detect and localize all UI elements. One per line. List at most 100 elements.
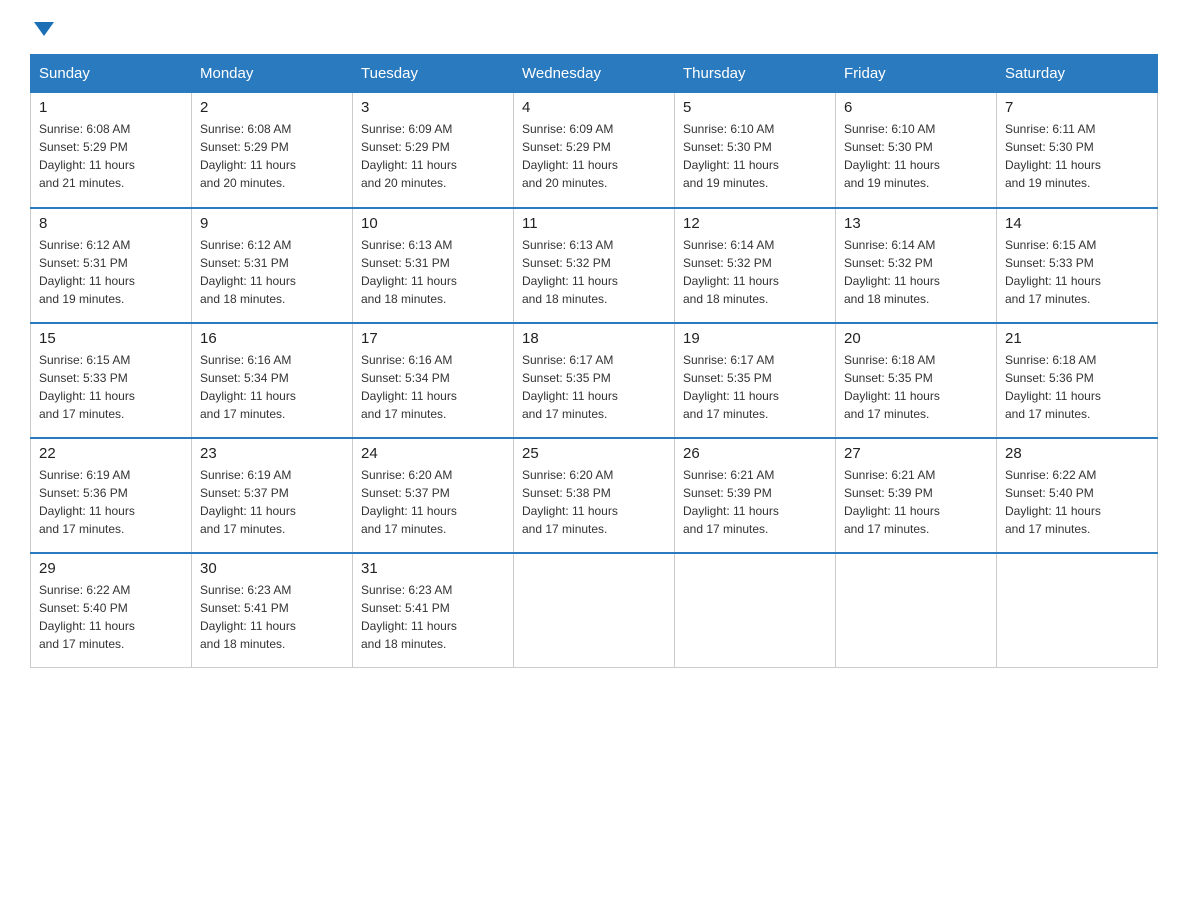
day-number: 7 xyxy=(1005,99,1149,116)
day-number: 2 xyxy=(200,99,344,116)
weekday-header-tuesday: Tuesday xyxy=(353,55,514,93)
day-info: Sunrise: 6:08 AM Sunset: 5:29 PM Dayligh… xyxy=(39,120,183,192)
calendar-cell: 31 Sunrise: 6:23 AM Sunset: 5:41 PM Dayl… xyxy=(353,553,514,668)
day-info: Sunrise: 6:18 AM Sunset: 5:35 PM Dayligh… xyxy=(844,351,988,423)
day-number: 14 xyxy=(1005,215,1149,232)
calendar-cell: 29 Sunrise: 6:22 AM Sunset: 5:40 PM Dayl… xyxy=(31,553,192,668)
day-number: 19 xyxy=(683,330,827,347)
calendar-cell: 30 Sunrise: 6:23 AM Sunset: 5:41 PM Dayl… xyxy=(192,553,353,668)
calendar-cell: 16 Sunrise: 6:16 AM Sunset: 5:34 PM Dayl… xyxy=(192,323,353,438)
day-info: Sunrise: 6:19 AM Sunset: 5:37 PM Dayligh… xyxy=(200,466,344,538)
day-info: Sunrise: 6:21 AM Sunset: 5:39 PM Dayligh… xyxy=(844,466,988,538)
day-info: Sunrise: 6:23 AM Sunset: 5:41 PM Dayligh… xyxy=(361,581,505,653)
calendar-cell: 28 Sunrise: 6:22 AM Sunset: 5:40 PM Dayl… xyxy=(997,438,1158,553)
calendar-cell: 10 Sunrise: 6:13 AM Sunset: 5:31 PM Dayl… xyxy=(353,208,514,323)
day-info: Sunrise: 6:09 AM Sunset: 5:29 PM Dayligh… xyxy=(361,120,505,192)
day-number: 20 xyxy=(844,330,988,347)
day-info: Sunrise: 6:17 AM Sunset: 5:35 PM Dayligh… xyxy=(683,351,827,423)
day-info: Sunrise: 6:17 AM Sunset: 5:35 PM Dayligh… xyxy=(522,351,666,423)
calendar-cell: 20 Sunrise: 6:18 AM Sunset: 5:35 PM Dayl… xyxy=(836,323,997,438)
weekday-header-wednesday: Wednesday xyxy=(514,55,675,93)
day-number: 8 xyxy=(39,215,183,232)
day-info: Sunrise: 6:09 AM Sunset: 5:29 PM Dayligh… xyxy=(522,120,666,192)
day-number: 31 xyxy=(361,560,505,577)
calendar-cell: 19 Sunrise: 6:17 AM Sunset: 5:35 PM Dayl… xyxy=(675,323,836,438)
day-number: 11 xyxy=(522,215,666,232)
calendar-cell: 5 Sunrise: 6:10 AM Sunset: 5:30 PM Dayli… xyxy=(675,93,836,208)
calendar-cell: 7 Sunrise: 6:11 AM Sunset: 5:30 PM Dayli… xyxy=(997,93,1158,208)
day-info: Sunrise: 6:13 AM Sunset: 5:32 PM Dayligh… xyxy=(522,236,666,308)
weekday-header-monday: Monday xyxy=(192,55,353,93)
day-number: 6 xyxy=(844,99,988,116)
calendar-cell: 15 Sunrise: 6:15 AM Sunset: 5:33 PM Dayl… xyxy=(31,323,192,438)
day-number: 10 xyxy=(361,215,505,232)
day-number: 18 xyxy=(522,330,666,347)
day-info: Sunrise: 6:23 AM Sunset: 5:41 PM Dayligh… xyxy=(200,581,344,653)
calendar-cell: 12 Sunrise: 6:14 AM Sunset: 5:32 PM Dayl… xyxy=(675,208,836,323)
day-number: 28 xyxy=(1005,445,1149,462)
weekday-header-thursday: Thursday xyxy=(675,55,836,93)
day-number: 15 xyxy=(39,330,183,347)
weekday-header-sunday: Sunday xyxy=(31,55,192,93)
day-info: Sunrise: 6:22 AM Sunset: 5:40 PM Dayligh… xyxy=(39,581,183,653)
weekday-header-friday: Friday xyxy=(836,55,997,93)
day-info: Sunrise: 6:11 AM Sunset: 5:30 PM Dayligh… xyxy=(1005,120,1149,192)
day-info: Sunrise: 6:10 AM Sunset: 5:30 PM Dayligh… xyxy=(683,120,827,192)
week-row-4: 22 Sunrise: 6:19 AM Sunset: 5:36 PM Dayl… xyxy=(31,438,1158,553)
week-row-1: 1 Sunrise: 6:08 AM Sunset: 5:29 PM Dayli… xyxy=(31,93,1158,208)
day-number: 27 xyxy=(844,445,988,462)
week-row-3: 15 Sunrise: 6:15 AM Sunset: 5:33 PM Dayl… xyxy=(31,323,1158,438)
day-info: Sunrise: 6:15 AM Sunset: 5:33 PM Dayligh… xyxy=(39,351,183,423)
calendar-cell: 11 Sunrise: 6:13 AM Sunset: 5:32 PM Dayl… xyxy=(514,208,675,323)
calendar-cell: 14 Sunrise: 6:15 AM Sunset: 5:33 PM Dayl… xyxy=(997,208,1158,323)
day-info: Sunrise: 6:14 AM Sunset: 5:32 PM Dayligh… xyxy=(683,236,827,308)
calendar-cell: 26 Sunrise: 6:21 AM Sunset: 5:39 PM Dayl… xyxy=(675,438,836,553)
calendar-cell: 23 Sunrise: 6:19 AM Sunset: 5:37 PM Dayl… xyxy=(192,438,353,553)
day-info: Sunrise: 6:10 AM Sunset: 5:30 PM Dayligh… xyxy=(844,120,988,192)
day-info: Sunrise: 6:13 AM Sunset: 5:31 PM Dayligh… xyxy=(361,236,505,308)
week-row-5: 29 Sunrise: 6:22 AM Sunset: 5:40 PM Dayl… xyxy=(31,553,1158,668)
day-info: Sunrise: 6:16 AM Sunset: 5:34 PM Dayligh… xyxy=(200,351,344,423)
day-number: 30 xyxy=(200,560,344,577)
day-info: Sunrise: 6:20 AM Sunset: 5:38 PM Dayligh… xyxy=(522,466,666,538)
calendar-cell xyxy=(836,553,997,668)
calendar-cell: 21 Sunrise: 6:18 AM Sunset: 5:36 PM Dayl… xyxy=(997,323,1158,438)
calendar-cell: 17 Sunrise: 6:16 AM Sunset: 5:34 PM Dayl… xyxy=(353,323,514,438)
day-number: 24 xyxy=(361,445,505,462)
day-number: 3 xyxy=(361,99,505,116)
weekday-header-row: SundayMondayTuesdayWednesdayThursdayFrid… xyxy=(31,55,1158,93)
calendar-cell xyxy=(514,553,675,668)
day-number: 23 xyxy=(200,445,344,462)
day-info: Sunrise: 6:22 AM Sunset: 5:40 PM Dayligh… xyxy=(1005,466,1149,538)
day-info: Sunrise: 6:15 AM Sunset: 5:33 PM Dayligh… xyxy=(1005,236,1149,308)
day-number: 21 xyxy=(1005,330,1149,347)
day-info: Sunrise: 6:08 AM Sunset: 5:29 PM Dayligh… xyxy=(200,120,344,192)
day-number: 4 xyxy=(522,99,666,116)
day-info: Sunrise: 6:19 AM Sunset: 5:36 PM Dayligh… xyxy=(39,466,183,538)
day-info: Sunrise: 6:14 AM Sunset: 5:32 PM Dayligh… xyxy=(844,236,988,308)
calendar-cell: 1 Sunrise: 6:08 AM Sunset: 5:29 PM Dayli… xyxy=(31,93,192,208)
day-number: 12 xyxy=(683,215,827,232)
day-number: 17 xyxy=(361,330,505,347)
calendar-cell: 4 Sunrise: 6:09 AM Sunset: 5:29 PM Dayli… xyxy=(514,93,675,208)
day-number: 26 xyxy=(683,445,827,462)
calendar-cell: 24 Sunrise: 6:20 AM Sunset: 5:37 PM Dayl… xyxy=(353,438,514,553)
day-number: 13 xyxy=(844,215,988,232)
day-number: 25 xyxy=(522,445,666,462)
calendar-cell: 2 Sunrise: 6:08 AM Sunset: 5:29 PM Dayli… xyxy=(192,93,353,208)
calendar-cell: 13 Sunrise: 6:14 AM Sunset: 5:32 PM Dayl… xyxy=(836,208,997,323)
calendar-cell xyxy=(997,553,1158,668)
calendar-cell: 8 Sunrise: 6:12 AM Sunset: 5:31 PM Dayli… xyxy=(31,208,192,323)
day-number: 29 xyxy=(39,560,183,577)
calendar-cell: 6 Sunrise: 6:10 AM Sunset: 5:30 PM Dayli… xyxy=(836,93,997,208)
calendar-cell: 25 Sunrise: 6:20 AM Sunset: 5:38 PM Dayl… xyxy=(514,438,675,553)
day-number: 1 xyxy=(39,99,183,116)
calendar-cell: 9 Sunrise: 6:12 AM Sunset: 5:31 PM Dayli… xyxy=(192,208,353,323)
day-number: 9 xyxy=(200,215,344,232)
day-number: 5 xyxy=(683,99,827,116)
calendar-cell xyxy=(675,553,836,668)
day-info: Sunrise: 6:18 AM Sunset: 5:36 PM Dayligh… xyxy=(1005,351,1149,423)
calendar-cell: 27 Sunrise: 6:21 AM Sunset: 5:39 PM Dayl… xyxy=(836,438,997,553)
calendar-table: SundayMondayTuesdayWednesdayThursdayFrid… xyxy=(30,54,1158,668)
day-number: 16 xyxy=(200,330,344,347)
